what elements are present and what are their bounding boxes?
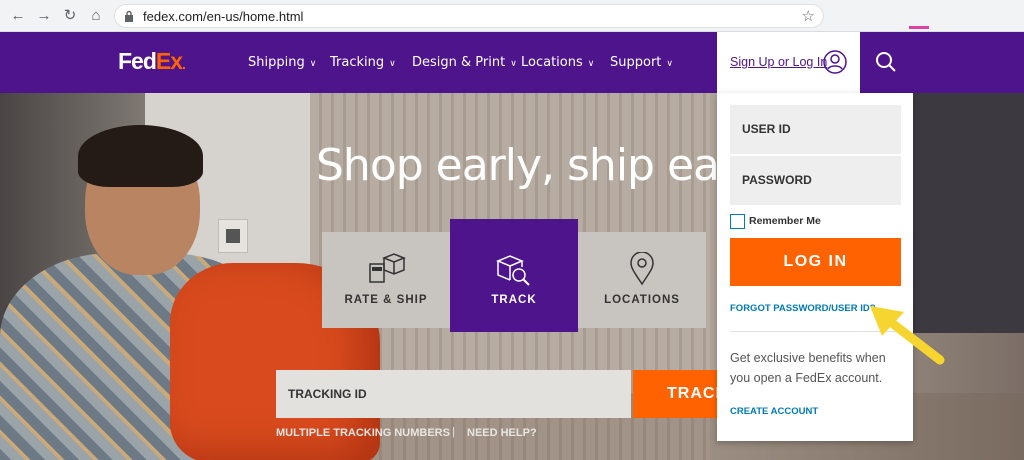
link-separator: | [452, 426, 455, 438]
address-bar[interactable]: fedex.com/en-us/home.html ☆ [114, 4, 824, 28]
tile-track[interactable]: TRACK [450, 219, 578, 332]
url-text: fedex.com/en-us/home.html [143, 9, 304, 24]
extension-indicator [909, 26, 929, 29]
hero-person-image [0, 123, 380, 460]
tile-locations[interactable]: LOCATIONS [578, 232, 706, 328]
forward-icon[interactable]: → [34, 6, 54, 26]
remember-me-checkbox[interactable] [730, 214, 745, 229]
chevron-down-icon: ∨ [309, 59, 317, 69]
chevron-down-icon: ∨ [587, 59, 595, 69]
tracking-id-input[interactable]: TRACKING ID [276, 370, 631, 418]
nav-item-support[interactable]: Support ∨ [610, 55, 673, 70]
create-account-link[interactable]: CREATE ACCOUNT [730, 406, 818, 417]
forgot-password-link[interactable]: FORGOT PASSWORD/USER ID? [730, 303, 876, 314]
chevron-down-icon: ∨ [510, 59, 517, 69]
remember-me-label[interactable]: Remember Me [749, 215, 821, 227]
search-icon [876, 52, 896, 72]
home-icon[interactable]: ⌂ [86, 6, 106, 26]
nav-item-tracking[interactable]: Tracking ∨ [330, 55, 396, 70]
chevron-down-icon: ∨ [666, 59, 673, 69]
track-icon [496, 255, 530, 286]
browser-toolbar: ← → ↻ ⌂ fedex.com/en-us/home.html ☆ [0, 0, 1024, 32]
hero-headline: Shop early, ship early [316, 140, 773, 191]
nav-item-locations[interactable]: Locations ∨ [521, 55, 594, 70]
user-icon [823, 50, 847, 74]
login-dropdown: USER ID PASSWORD Remember Me LOG IN FORG… [717, 93, 913, 441]
location-pin-icon [630, 252, 654, 286]
bookmark-star-icon[interactable]: ☆ [802, 7, 815, 25]
rate-ship-icon [369, 253, 406, 283]
nav-item-design-print[interactable]: Design & Print ∨ [412, 55, 517, 70]
nav-item-shipping[interactable]: Shipping ∨ [248, 55, 316, 70]
reload-icon[interactable]: ↻ [60, 6, 80, 26]
search-button[interactable] [860, 32, 912, 93]
annotation-arrow [870, 306, 945, 365]
back-icon[interactable]: ← [8, 6, 28, 26]
password-field[interactable]: PASSWORD [730, 156, 901, 205]
chevron-down-icon: ∨ [389, 59, 396, 69]
need-help-link[interactable]: NEED HELP? [467, 427, 537, 439]
signin-link[interactable]: Sign Up or Log In [730, 55, 827, 69]
lock-icon [125, 10, 133, 22]
login-button[interactable]: LOG IN [730, 238, 901, 286]
track-button[interactable]: TRACK [633, 370, 723, 418]
fedex-logo[interactable]: FedEx. [118, 48, 186, 75]
multiple-tracking-link[interactable]: MULTIPLE TRACKING NUMBERS [276, 427, 450, 439]
user-id-field[interactable]: USER ID [730, 105, 901, 154]
tile-rate-ship[interactable]: RATE & SHIP [322, 232, 450, 328]
signin-tab[interactable]: Sign Up or Log In [717, 32, 860, 93]
